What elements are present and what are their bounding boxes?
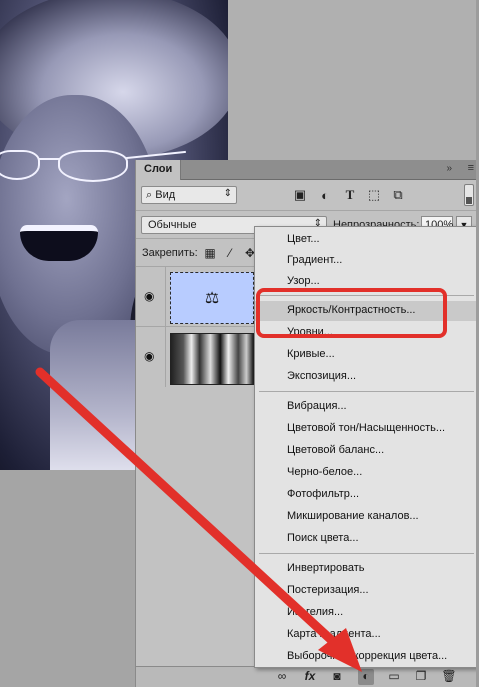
menu-item-channel-mixer[interactable]: Микширование каналов... [255,507,478,527]
type-filter-icon[interactable]: T [342,187,358,203]
group-icon[interactable]: ▭ [386,669,402,685]
menu-item-selective-color[interactable]: Выборочная коррекция цвета... [255,647,478,667]
panel-menu-icon[interactable]: ≡ [468,162,474,174]
panel-tab-bar: Слои » ≡ [136,160,479,180]
lock-brush-icon[interactable]: ⁄ [223,246,237,260]
filter-kind-label: Вид [155,189,176,201]
menu-item-invert[interactable]: Инвертировать [255,559,478,579]
menu-item-posterize[interactable]: Постеризация... [255,581,478,601]
menu-item-color-balance[interactable]: Цветовой баланс... [255,441,478,461]
adjustment-layer-thumbnail[interactable]: ⚖ [170,272,254,324]
menu-item-exposure[interactable]: Экспозиция... [255,367,478,387]
blend-mode-value: Обычные [148,219,197,231]
menu-item-gradient[interactable]: Градиент... [255,251,478,271]
chevron-updown-icon: ⇕ [223,188,232,199]
menu-item-curves[interactable]: Кривые... [255,345,478,365]
smart-object-filter-icon[interactable]: ⧉ [390,187,406,203]
menu-item-color[interactable]: Цвет... [255,230,478,250]
search-icon: ⌕ [146,189,153,201]
new-layer-icon[interactable]: ❐ [413,669,429,685]
image-filter-icon[interactable]: ▣ [292,187,308,203]
filter-toggle-switch[interactable] [464,184,474,206]
highlight-box [256,288,447,338]
eye-icon[interactable]: ◉ [144,349,160,363]
mask-icon[interactable]: ◙ [329,669,345,685]
menu-item-black-white[interactable]: Черно-белое... [255,463,478,483]
filter-kind-select[interactable]: ⌕ Вид ⇕ [141,186,237,204]
adjustment-layer-icon[interactable]: ◐ [358,669,374,685]
canvas-gray-area [228,0,479,162]
tab-layers[interactable]: Слои [136,160,182,180]
link-icon[interactable]: ∞ [274,669,290,685]
menu-item-color-lookup[interactable]: Поиск цвета... [255,529,478,549]
eye-icon[interactable]: ◉ [144,289,160,303]
lock-label: Закрепить: [142,247,198,259]
levels-icon: ⚖ [204,290,220,307]
menu-separator [259,553,474,554]
fx-icon[interactable]: fx [302,669,318,685]
image-layer-thumbnail[interactable] [170,333,254,385]
menu-item-threshold[interactable]: Изогелия... [255,603,478,623]
menu-item-gradient-map[interactable]: Карта градиента... [255,625,478,645]
menu-item-hue-saturation[interactable]: Цветовой тон/Насыщенность... [255,419,478,439]
trash-icon[interactable]: 🗑 [441,669,457,685]
shape-filter-icon[interactable]: ⬚ [366,187,382,203]
menu-item-photo-filter[interactable]: Фотофильтр... [255,485,478,505]
layers-bottom-toolbar: ∞ fx ◙ ◐ ▭ ❐ 🗑 [136,666,479,687]
collapse-panel-icon[interactable]: » [446,163,452,174]
lock-transparency-icon[interactable]: ▦ [203,246,217,260]
layer-filter-row: ⌕ Вид ⇕ ▣ ◐ T ⬚ ⧉ [136,180,479,210]
adjustment-filter-icon[interactable]: ◐ [317,187,333,203]
menu-item-vibrance[interactable]: Вибрация... [255,397,478,417]
menu-separator [259,391,474,392]
